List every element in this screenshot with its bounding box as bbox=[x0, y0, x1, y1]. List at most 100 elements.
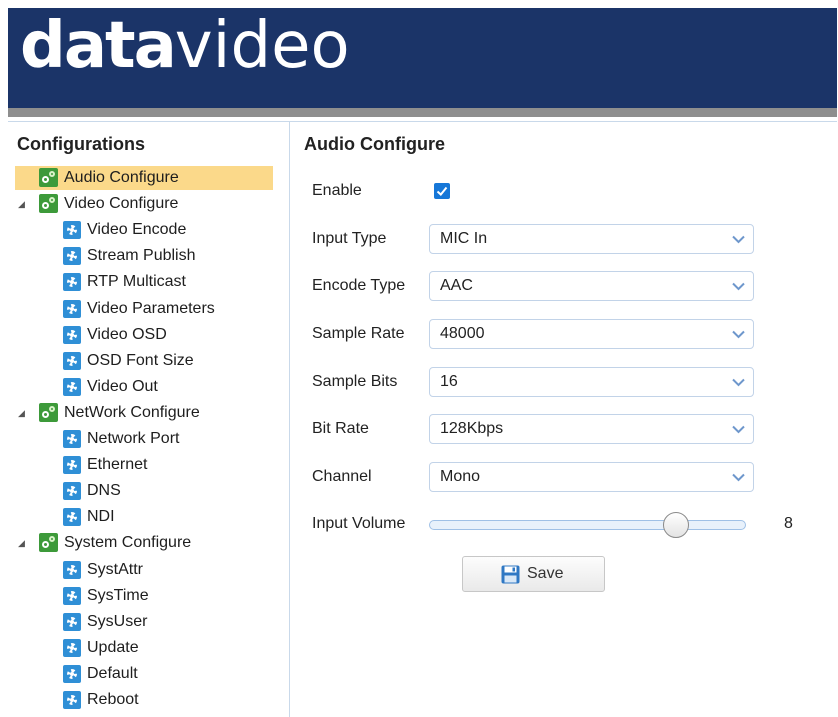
channel-label: Channel bbox=[312, 468, 372, 485]
sidebar-item-label: DNS bbox=[87, 482, 121, 499]
sidebar-item-label: Video Configure bbox=[64, 195, 179, 212]
sidebar-item-stream-publish[interactable]: Stream Publish bbox=[8, 244, 278, 268]
bit-rate-value: 128Kbps bbox=[440, 420, 504, 437]
gear-icon bbox=[63, 482, 81, 500]
gear-icon bbox=[63, 300, 81, 318]
header-banner: datavideo bbox=[8, 8, 837, 108]
gear-icon bbox=[63, 508, 81, 526]
sidebar-item-label: SystAttr bbox=[87, 561, 144, 578]
chevron-down-icon bbox=[732, 282, 745, 291]
gear-icon bbox=[63, 665, 81, 683]
tree-expander-icon[interactable]: ◢ bbox=[18, 192, 26, 216]
encode-type-value: AAC bbox=[440, 277, 473, 294]
chevron-down-icon bbox=[732, 235, 745, 244]
sidebar-item-systime[interactable]: SysTime bbox=[8, 584, 278, 608]
sidebar-item-ndi[interactable]: NDI bbox=[8, 505, 278, 529]
sidebar-item-label: Video Encode bbox=[87, 221, 187, 238]
gear-icon bbox=[63, 273, 81, 291]
sidebar-item-reboot[interactable]: Reboot bbox=[8, 688, 278, 712]
gear-icon bbox=[63, 378, 81, 396]
sidebar-item-label: Video OSD bbox=[87, 326, 167, 343]
sidebar-item-label: System Configure bbox=[64, 534, 192, 551]
group-gear-icon bbox=[39, 194, 58, 213]
sample-bits-value: 16 bbox=[440, 373, 458, 390]
group-gear-icon bbox=[39, 168, 58, 187]
sidebar-item-network-configure[interactable]: ◢ NetWork Configure bbox=[8, 401, 278, 425]
sidebar-item-label: NDI bbox=[87, 508, 115, 525]
bit-rate-select[interactable]: 128Kbps bbox=[429, 414, 754, 444]
sample-bits-label: Sample Bits bbox=[312, 373, 398, 390]
gear-icon bbox=[63, 352, 81, 370]
sidebar-item-video-out[interactable]: Video Out bbox=[8, 375, 278, 399]
sample-rate-label: Sample Rate bbox=[312, 325, 405, 342]
chevron-down-icon bbox=[732, 330, 745, 339]
sidebar-item-ethernet[interactable]: Ethernet bbox=[8, 453, 278, 477]
encode-type-select[interactable]: AAC bbox=[429, 271, 754, 301]
page-title: Audio Configure bbox=[304, 134, 445, 154]
tree-expander-icon[interactable]: ◢ bbox=[18, 531, 26, 555]
gear-icon bbox=[63, 587, 81, 605]
sidebar-item-label: Reboot bbox=[87, 691, 139, 708]
audio-configure-panel: Audio Configure Enable Input Type MIC In… bbox=[290, 122, 837, 717]
chevron-down-icon bbox=[732, 378, 745, 387]
sidebar-item-video-parameters[interactable]: Video Parameters bbox=[8, 297, 278, 321]
sidebar-item-osd-font-size[interactable]: OSD Font Size bbox=[8, 349, 278, 373]
sidebar-item-network-port[interactable]: Network Port bbox=[8, 427, 278, 451]
sidebar-item-label: Video Out bbox=[87, 378, 158, 395]
channel-value: Mono bbox=[440, 468, 481, 485]
floppy-disk-icon bbox=[501, 565, 520, 584]
sidebar-item-sysuser[interactable]: SysUser bbox=[8, 610, 278, 634]
gear-icon bbox=[63, 456, 81, 474]
sidebar-item-default[interactable]: Default bbox=[8, 662, 278, 686]
gear-icon bbox=[63, 326, 81, 344]
sidebar-item-rtp-multicast[interactable]: RTP Multicast bbox=[8, 270, 278, 294]
input-volume-value: 8 bbox=[784, 515, 793, 532]
input-type-label: Input Type bbox=[312, 230, 387, 247]
channel-select[interactable]: Mono bbox=[429, 462, 754, 492]
datavideo-logo: datavideo bbox=[20, 9, 350, 83]
encode-type-label: Encode Type bbox=[312, 277, 406, 294]
input-volume-slider-track[interactable] bbox=[429, 520, 746, 530]
sidebar-title: Configurations bbox=[17, 134, 145, 154]
gear-icon bbox=[63, 613, 81, 631]
chevron-down-icon bbox=[732, 425, 745, 434]
group-gear-icon bbox=[39, 533, 58, 552]
input-volume-slider-handle[interactable] bbox=[663, 512, 689, 538]
sidebar-item-label: NetWork Configure bbox=[64, 404, 200, 421]
sidebar-item-label: SysTime bbox=[87, 587, 149, 604]
input-type-value: MIC In bbox=[440, 230, 488, 247]
sidebar-item-label: Update bbox=[87, 639, 139, 656]
enable-label: Enable bbox=[312, 182, 362, 199]
gear-icon bbox=[63, 247, 81, 265]
sample-bits-select[interactable]: 16 bbox=[429, 367, 754, 397]
sidebar-item-label: Network Port bbox=[87, 430, 180, 447]
sidebar-item-label: Stream Publish bbox=[87, 247, 196, 264]
sidebar-item-system-configure[interactable]: ◢ System Configure bbox=[8, 531, 278, 555]
sidebar-item-video-encode[interactable]: Video Encode bbox=[8, 218, 278, 242]
save-button[interactable]: Save bbox=[462, 556, 605, 592]
header-divider bbox=[8, 108, 837, 117]
bit-rate-label: Bit Rate bbox=[312, 420, 369, 437]
sidebar-item-label: Audio Configure bbox=[64, 169, 179, 186]
sidebar-item-video-configure[interactable]: ◢ Video Configure bbox=[8, 192, 278, 216]
input-type-select[interactable]: MIC In bbox=[429, 224, 754, 254]
sample-rate-select[interactable]: 48000 bbox=[429, 319, 754, 349]
sidebar-item-video-osd[interactable]: Video OSD bbox=[8, 323, 278, 347]
sidebar-item-dns[interactable]: DNS bbox=[8, 479, 278, 503]
input-volume-label: Input Volume bbox=[312, 515, 406, 532]
gear-icon bbox=[63, 430, 81, 448]
chevron-down-icon bbox=[732, 473, 745, 482]
sidebar-item-audio-configure[interactable]: Audio Configure bbox=[15, 166, 273, 190]
sidebar-item-label: Video Parameters bbox=[87, 300, 215, 317]
save-button-label: Save bbox=[527, 565, 564, 582]
sidebar-item-update[interactable]: Update bbox=[8, 636, 278, 660]
sidebar-item-systattr[interactable]: SystAttr bbox=[8, 558, 278, 582]
sidebar-item-label: Ethernet bbox=[87, 456, 148, 473]
sample-rate-value: 48000 bbox=[440, 325, 485, 342]
sidebar-item-label: SysUser bbox=[87, 613, 148, 630]
checkmark-icon bbox=[436, 186, 448, 196]
gear-icon bbox=[63, 561, 81, 579]
enable-checkbox[interactable] bbox=[434, 183, 450, 199]
sidebar-item-label: Default bbox=[87, 665, 138, 682]
tree-expander-icon[interactable]: ◢ bbox=[18, 401, 26, 425]
